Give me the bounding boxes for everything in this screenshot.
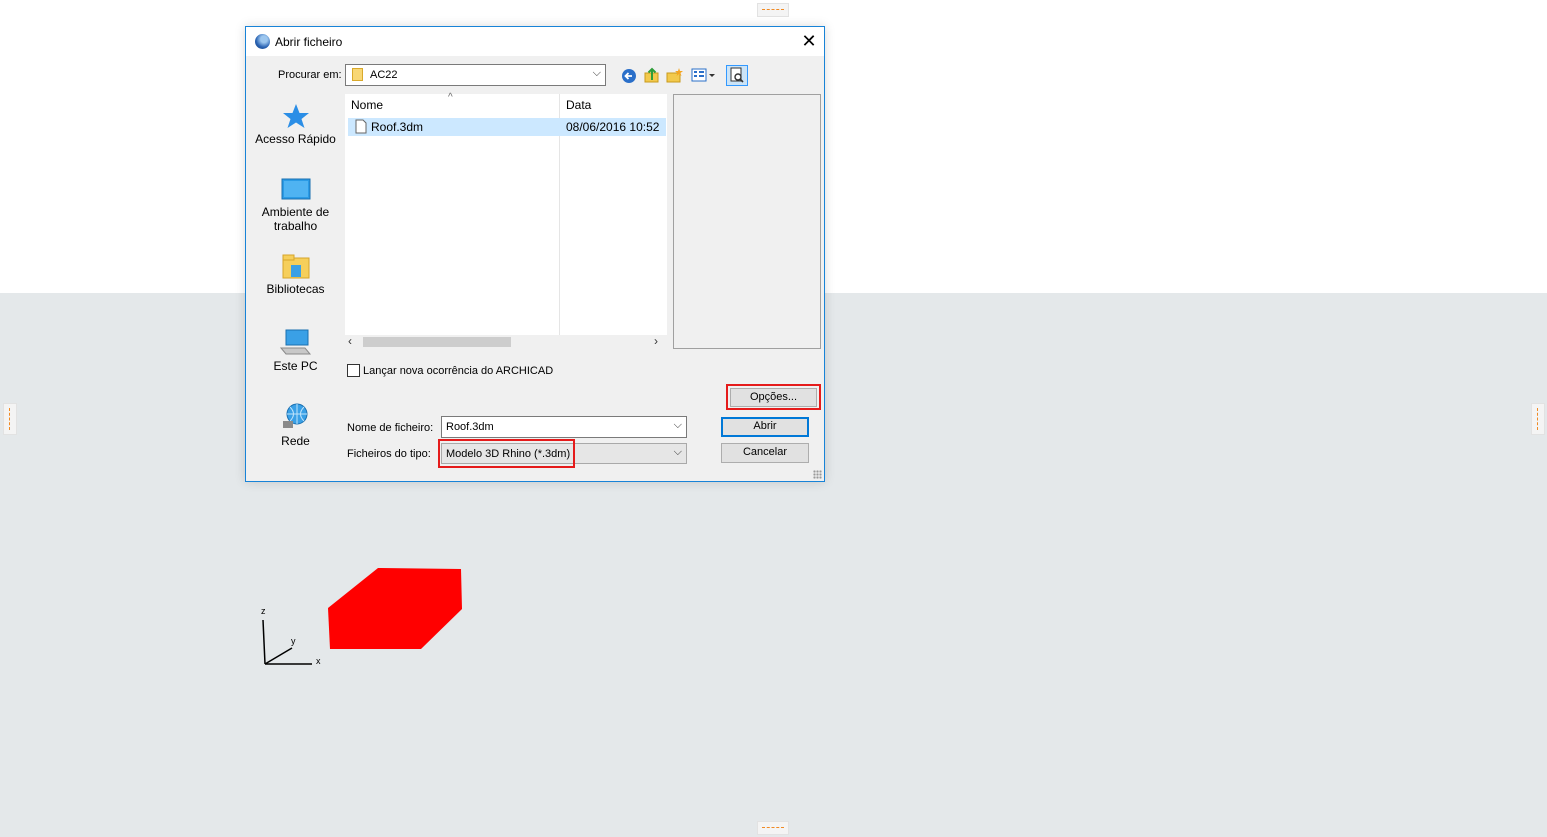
chevron-down-icon[interactable]: ⌵ — [674, 446, 682, 459]
place-desktop[interactable]: Ambiente de trabalho — [251, 178, 340, 233]
look-in-combo[interactable]: AC22 ⌵ — [345, 64, 606, 86]
chevron-down-icon: ⌵ — [592, 67, 601, 79]
place-network[interactable]: Rede — [251, 403, 340, 448]
scroll-right-icon[interactable]: › — [654, 334, 658, 348]
open-button[interactable]: Abrir — [721, 417, 809, 437]
column-header-name[interactable]: Nome — [351, 98, 383, 120]
new-instance-label: Lançar nova ocorrência do ARCHICAD — [363, 365, 554, 377]
network-icon — [282, 403, 307, 428]
y-axis-label: y — [291, 636, 296, 646]
scroll-left-icon[interactable]: ‹ — [348, 334, 352, 348]
place-this-pc[interactable]: Este PC — [251, 328, 340, 373]
x-axis-label: x — [316, 656, 321, 666]
file-type-highlight — [438, 439, 575, 468]
places-bar: Acesso Rápido Ambiente de trabalho Bibli… — [251, 93, 340, 477]
look-in-value: AC22 — [370, 69, 398, 81]
resize-handle-top[interactable] — [757, 3, 789, 17]
cancel-button[interactable]: Cancelar — [721, 443, 809, 463]
column-header-date[interactable]: Data — [566, 98, 591, 120]
place-label: Bibliotecas — [266, 282, 325, 296]
viewport-3d: x y z — [261, 568, 462, 666]
y-axis-line — [264, 647, 293, 665]
new-instance-checkbox[interactable] — [347, 364, 360, 377]
preview-pane — [673, 94, 821, 349]
dialog-title: Abrir ficheiro — [275, 35, 343, 49]
look-in-label: Procurar em: — [278, 69, 342, 81]
file-name: Roof.3dm — [371, 120, 424, 134]
new-folder-icon[interactable] — [666, 66, 684, 84]
desktop-icon — [281, 178, 310, 200]
file-type-label: Ficheiros do tipo: — [347, 448, 431, 460]
close-button[interactable]: ✕ — [794, 27, 824, 56]
computer-icon — [279, 329, 311, 355]
document-icon — [355, 119, 367, 134]
file-name-label: Nome de ficheiro: — [347, 422, 434, 434]
preview-toggle-button[interactable] — [726, 65, 748, 86]
options-button[interactable]: Opções... — [730, 388, 817, 407]
libraries-icon — [282, 254, 309, 279]
resize-handle-left[interactable] — [3, 403, 17, 435]
place-quick-access[interactable]: Acesso Rápido — [251, 103, 340, 146]
resize-grip[interactable] — [813, 470, 822, 479]
scroll-thumb[interactable] — [363, 337, 511, 347]
place-label: Rede — [281, 434, 310, 448]
chevron-down-icon[interactable]: ⌵ — [674, 419, 682, 432]
star-icon — [282, 104, 309, 128]
folder-icon — [352, 68, 363, 81]
preview-icon — [730, 67, 744, 83]
view-menu-icon[interactable] — [691, 67, 717, 85]
place-label: Este PC — [273, 359, 318, 373]
title-bar[interactable]: Abrir ficheiro ✕ — [246, 27, 824, 56]
archicad-app-icon — [255, 34, 270, 49]
place-label: Ambiente de trabalho — [261, 205, 330, 233]
back-icon[interactable] — [620, 67, 638, 85]
horizontal-scrollbar[interactable]: ‹ › — [345, 334, 667, 349]
resize-handle-bottom[interactable] — [757, 821, 789, 835]
up-folder-icon[interactable] — [643, 66, 661, 84]
sort-ascending-icon: ^ — [448, 92, 453, 103]
place-label: Acesso Rápido — [255, 132, 336, 146]
open-file-dialog: Abrir ficheiro ✕ Procurar em: AC22 ⌵ Ace… — [245, 26, 825, 482]
z-axis-line — [262, 619, 266, 665]
file-list[interactable]: ^ Nome Data Roof.3dm 08/06/2016 10:52 ‹ … — [345, 92, 667, 349]
roof-object[interactable] — [328, 568, 462, 649]
file-row[interactable]: Roof.3dm 08/06/2016 10:52 — [348, 118, 666, 136]
file-date: 08/06/2016 10:52 — [566, 120, 660, 134]
file-name-input[interactable]: Roof.3dm ⌵ — [441, 416, 687, 438]
z-axis-label: z — [261, 606, 266, 616]
file-name-value: Roof.3dm — [446, 421, 494, 433]
place-libraries[interactable]: Bibliotecas — [251, 253, 340, 296]
resize-handle-right[interactable] — [1531, 403, 1545, 435]
